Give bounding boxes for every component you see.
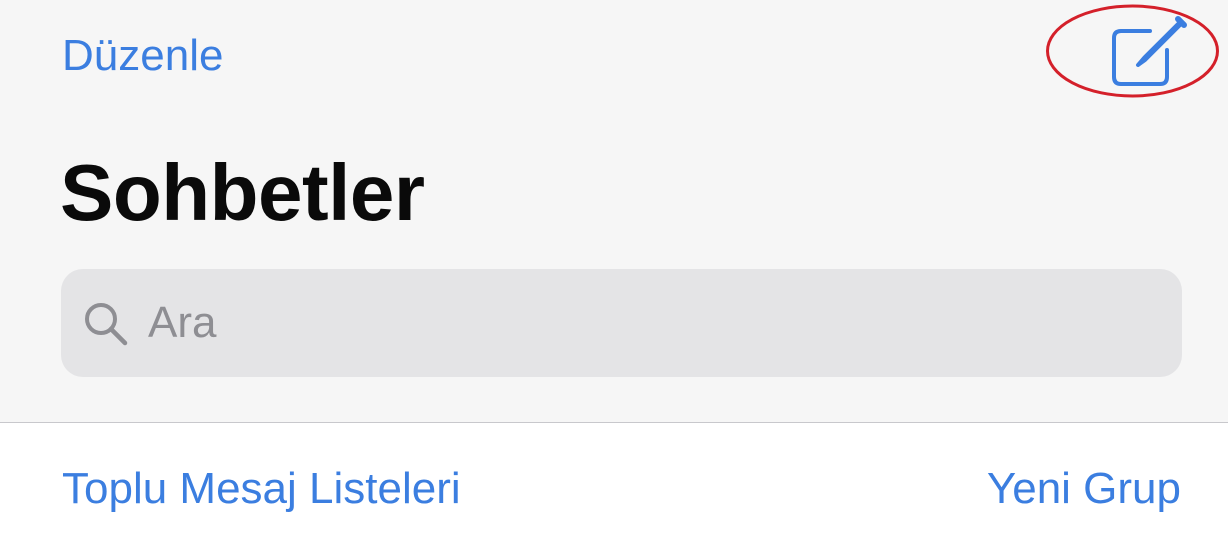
- search-bar[interactable]: [61, 269, 1182, 377]
- broadcast-lists-link[interactable]: Toplu Mesaj Listeleri: [62, 462, 461, 516]
- search-icon: [83, 301, 129, 347]
- new-group-link[interactable]: Yeni Grup: [987, 462, 1181, 516]
- compose-button[interactable]: [1098, 14, 1188, 94]
- divider: [0, 422, 1228, 423]
- edit-button[interactable]: Düzenle: [62, 30, 223, 82]
- header-section: Düzenle Sohbetler: [0, 0, 1228, 422]
- compose-icon: [1112, 16, 1187, 86]
- search-input[interactable]: [148, 293, 1148, 353]
- page-title: Sohbetler: [60, 148, 425, 237]
